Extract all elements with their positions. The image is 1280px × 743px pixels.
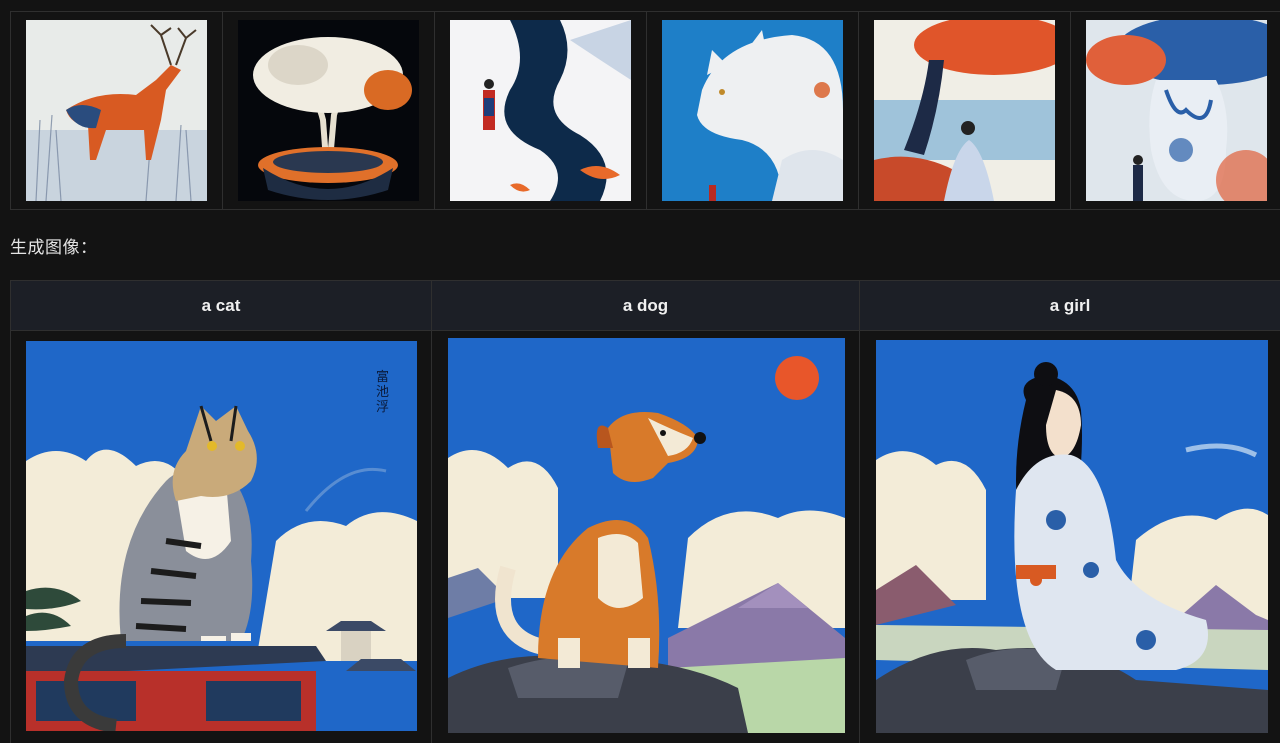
- generated-image-dog[interactable]: [448, 338, 845, 733]
- seal-character-3: 浮: [376, 400, 389, 415]
- reference-image-bonsai[interactable]: [238, 20, 419, 201]
- column-header-cat: a cat: [11, 281, 432, 330]
- reference-cell-6: [1070, 12, 1280, 209]
- reference-cell-4: [646, 12, 858, 209]
- reference-image-row: [10, 11, 1280, 210]
- reference-cell-1: [10, 12, 222, 209]
- reference-image-white-cat[interactable]: [662, 20, 843, 201]
- reference-image-woman-tree[interactable]: [874, 20, 1055, 201]
- generated-image-girl[interactable]: [876, 340, 1268, 733]
- reference-image-vase[interactable]: [1086, 20, 1267, 201]
- column-header-girl: a girl: [1049, 295, 1091, 315]
- generated-cell-dog: [432, 330, 860, 743]
- generated-images-table: a cat a dog a girl 富 池 浮: [10, 280, 1280, 743]
- reference-image-deer[interactable]: [26, 20, 207, 201]
- generated-images-label: 生成图像：: [10, 238, 98, 258]
- generated-cell-cat: 富 池 浮: [11, 330, 432, 743]
- generated-cell-girl: [860, 330, 1280, 743]
- reference-cell-2: [222, 12, 434, 209]
- column-header-dog: a dog: [432, 281, 860, 330]
- seal-character-1: 富: [376, 369, 389, 385]
- reference-cell-3: [434, 12, 646, 209]
- seal-character-2: 池: [376, 385, 389, 400]
- table-header: a cat a dog a girl: [11, 281, 1280, 331]
- generated-image-cat[interactable]: 富 池 浮: [26, 341, 417, 731]
- reference-image-snow-river[interactable]: [450, 20, 631, 201]
- reference-cell-5: [858, 12, 1070, 209]
